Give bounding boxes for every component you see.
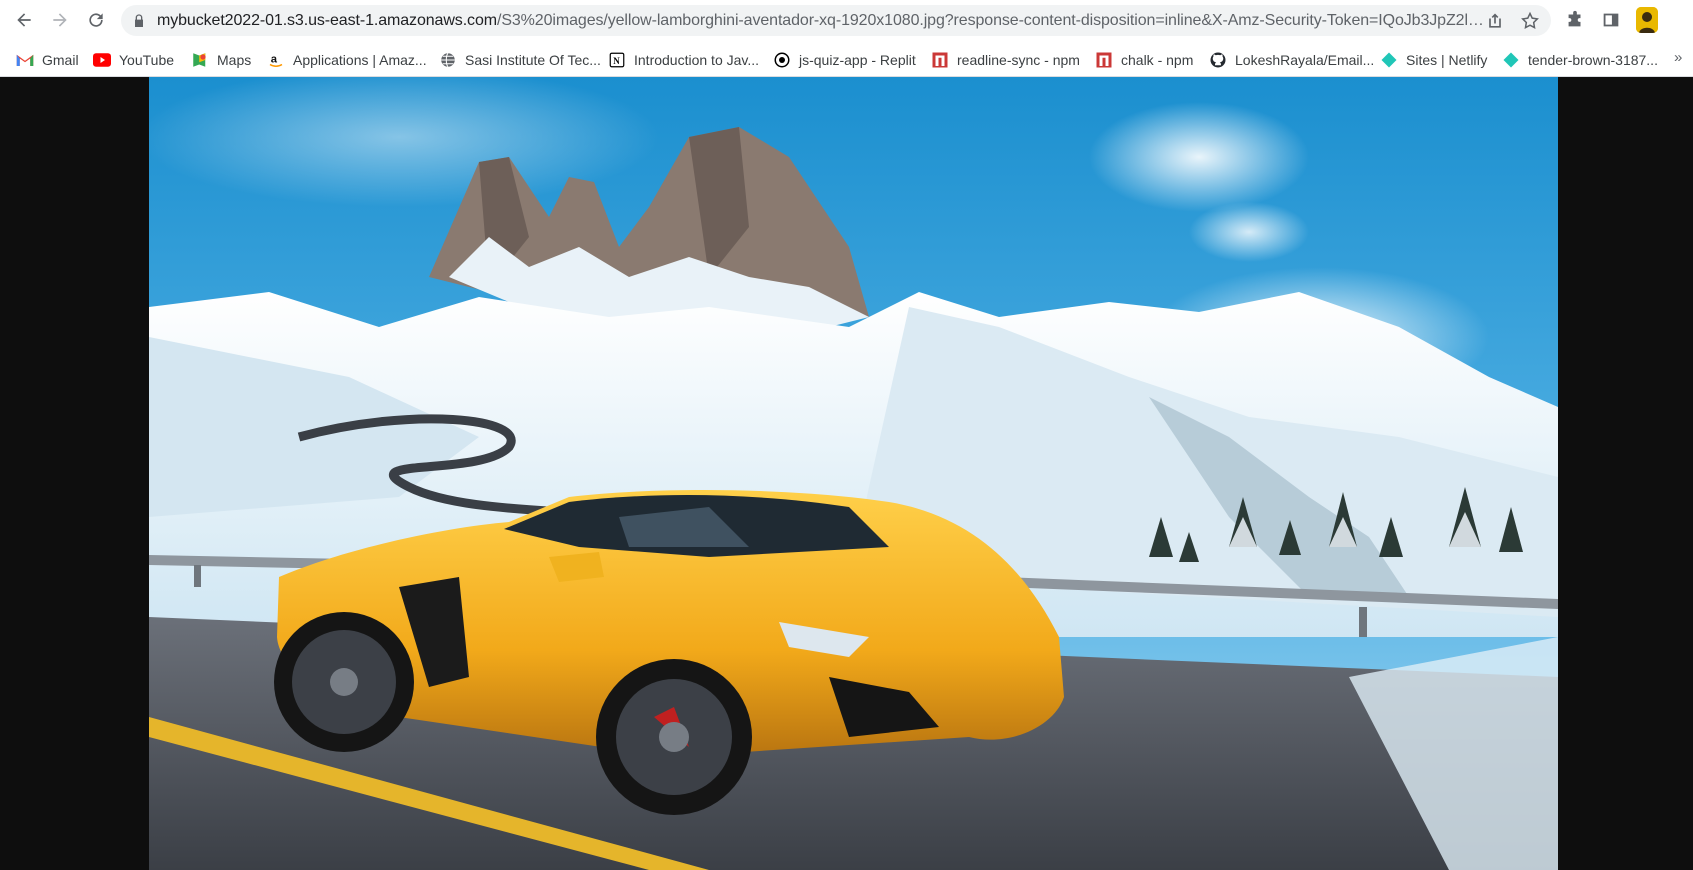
bookmark-label: Maps	[217, 52, 252, 68]
bookmark-sasi[interactable]: Sasi Institute Of Tec...	[439, 50, 601, 70]
bookmark-label: tender-brown-3187...	[1528, 52, 1658, 68]
lamborghini-photo	[149, 77, 1558, 870]
bookmark-label: YouTube	[119, 52, 175, 68]
url-text[interactable]: mybucket2022-01.s3.us-east-1.amazonaws.c…	[157, 12, 1492, 30]
side-panel-icon[interactable]	[1600, 9, 1622, 31]
share-icon[interactable]	[1485, 11, 1505, 31]
youtube-icon	[93, 51, 111, 69]
bookmark-notion[interactable]: N Introduction to Jav...	[608, 50, 759, 70]
extensions-icon[interactable]	[1564, 9, 1586, 31]
npm-icon	[1095, 51, 1113, 69]
bookmark-netlify-sites[interactable]: Sites | Netlify	[1380, 50, 1487, 70]
bookmark-label: Sites | Netlify	[1406, 52, 1488, 68]
arrow-right-icon	[53, 13, 67, 27]
bookmarks-overflow-button[interactable]: »	[1674, 49, 1682, 66]
netlify-icon	[1380, 51, 1398, 69]
gmail-icon	[16, 51, 34, 69]
github-icon	[1209, 51, 1227, 69]
bookmark-label: Introduction to Jav...	[634, 52, 760, 68]
svg-text:a: a	[271, 53, 278, 65]
bookmark-label: readline-sync - npm	[957, 52, 1080, 68]
image-viewer	[0, 77, 1693, 870]
globe-icon	[439, 51, 457, 69]
forward-button[interactable]	[42, 2, 78, 38]
bookmark-label: LokeshRayala/Email...	[1235, 52, 1375, 68]
bookmark-label: Sasi Institute Of Tec...	[465, 52, 601, 68]
bookmark-amazon[interactable]: a Applications | Amaz...	[267, 50, 427, 70]
bookmark-replit[interactable]: js-quiz-app - Replit	[773, 50, 916, 70]
bookmark-label: js-quiz-app - Replit	[799, 52, 916, 68]
svg-text:N: N	[613, 56, 620, 66]
bookmark-youtube[interactable]: YouTube	[93, 50, 174, 70]
amazon-icon: a	[267, 51, 285, 69]
back-button[interactable]	[6, 2, 42, 38]
bookmark-label: chalk - npm	[1121, 52, 1194, 68]
star-icon[interactable]	[1520, 11, 1540, 31]
address-bar[interactable]: mybucket2022-01.s3.us-east-1.amazonaws.c…	[121, 5, 1551, 36]
browser-toolbar: mybucket2022-01.s3.us-east-1.amazonaws.c…	[0, 0, 1693, 41]
profile-avatar[interactable]	[1636, 7, 1658, 33]
bookmark-tender-brown[interactable]: tender-brown-3187...	[1502, 50, 1658, 70]
notion-icon: N	[608, 51, 626, 69]
bookmark-chalk[interactable]: chalk - npm	[1095, 50, 1193, 70]
bookmark-gmail[interactable]: Gmail	[16, 50, 79, 70]
bookmark-label: Applications | Amaz...	[293, 52, 427, 68]
url-path: /S3%20images/yellow-lamborghini-aventado…	[496, 12, 1492, 29]
bookmark-github[interactable]: LokeshRayala/Email...	[1209, 50, 1374, 70]
maps-icon	[191, 51, 209, 69]
npm-icon	[931, 51, 949, 69]
replit-icon	[773, 51, 791, 69]
bookmark-label: Gmail	[42, 52, 79, 68]
bookmarks-bar: Gmail YouTube Maps a Applications | Amaz…	[0, 41, 1693, 77]
photo-illustration	[149, 77, 1558, 870]
bookmark-readline-sync[interactable]: readline-sync - npm	[931, 50, 1080, 70]
arrow-left-icon	[17, 13, 31, 27]
reload-button[interactable]	[78, 2, 114, 38]
reload-icon	[89, 13, 103, 27]
bookmark-maps[interactable]: Maps	[191, 50, 251, 70]
netlify-icon	[1502, 51, 1520, 69]
lock-icon[interactable]	[131, 13, 147, 29]
url-host: mybucket2022-01.s3.us-east-1.amazonaws.c…	[157, 12, 497, 29]
